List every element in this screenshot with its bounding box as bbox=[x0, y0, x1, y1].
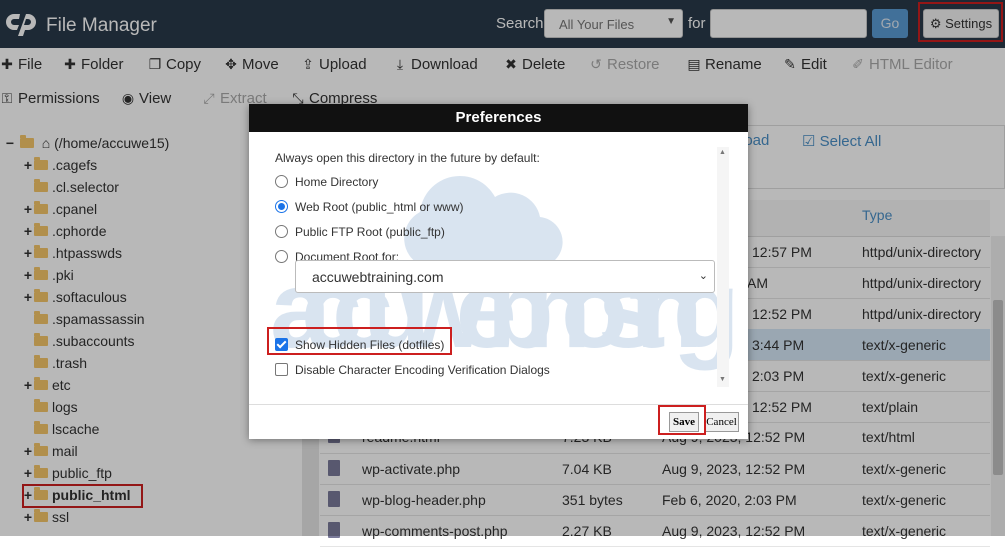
checkbox[interactable] bbox=[275, 363, 288, 377]
save-button[interactable]: Save bbox=[669, 412, 699, 432]
option-label: Show Hidden Files (dotfiles) bbox=[295, 338, 445, 352]
dialog-title: Preferences bbox=[249, 104, 748, 132]
option-label: Home Directory bbox=[295, 175, 379, 189]
document-root-domain-select[interactable]: accuwebtraining.com ⌄ bbox=[295, 260, 715, 293]
public-ftp-root-option[interactable]: Public FTP Root (public_ftp) bbox=[275, 225, 445, 239]
radio-button-selected[interactable] bbox=[275, 200, 288, 214]
web-root-option[interactable]: Web Root (public_html or www) bbox=[275, 200, 464, 214]
chevron-down-icon: ⌄ bbox=[698, 270, 708, 282]
show-hidden-files-option[interactable]: Show Hidden Files (dotfiles) bbox=[275, 338, 444, 352]
radio-button[interactable] bbox=[275, 175, 288, 189]
dialog-footer: Save Cancel bbox=[249, 404, 748, 439]
option-label: Disable Character Encoding Verification … bbox=[295, 363, 550, 377]
disable-encoding-dialogs-option[interactable]: Disable Character Encoding Verification … bbox=[275, 363, 550, 377]
radio-button[interactable] bbox=[275, 250, 288, 264]
scroll-down-icon[interactable]: ▼ bbox=[719, 376, 726, 383]
radio-button[interactable] bbox=[275, 225, 288, 239]
checkbox-checked[interactable] bbox=[275, 338, 288, 352]
home-directory-option[interactable]: Home Directory bbox=[275, 175, 378, 189]
option-label: Web Root (public_html or www) bbox=[295, 200, 464, 214]
preferences-dialog: Preferences accu web hosting Always open… bbox=[249, 104, 748, 439]
dialog-scrollbar[interactable]: ▲ ▼ bbox=[717, 147, 729, 387]
option-label: Public FTP Root (public_ftp) bbox=[295, 225, 445, 239]
default-directory-prompt: Always open this directory in the future… bbox=[275, 151, 540, 165]
domain-value: accuwebtraining.com bbox=[312, 269, 444, 285]
cancel-button[interactable]: Cancel bbox=[704, 412, 739, 432]
scroll-up-icon[interactable]: ▲ bbox=[719, 149, 726, 156]
dialog-body: accu web hosting Always open this direct… bbox=[250, 132, 747, 404]
